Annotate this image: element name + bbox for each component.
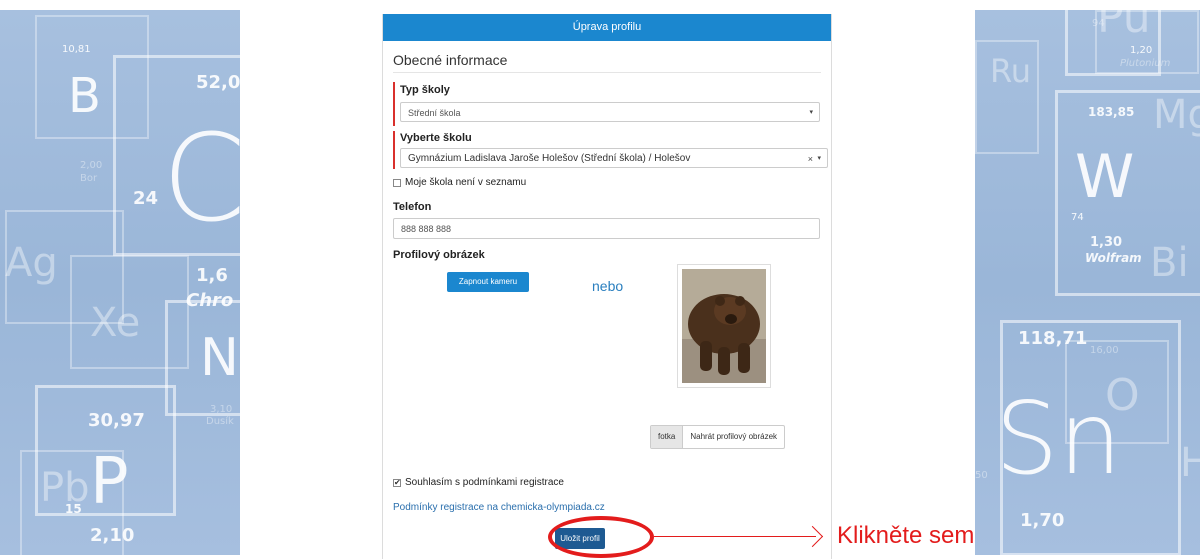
divider	[393, 72, 821, 73]
school-value: Gymnázium Ladislava Jaroše Holešov (Stře…	[408, 153, 691, 164]
required-indicator	[393, 131, 395, 169]
element-number: 30,97	[88, 410, 145, 431]
annotation-text: Klikněte sem	[837, 522, 975, 549]
school-label: Vyberte školu	[400, 132, 472, 144]
photo-tab[interactable]: fotka	[651, 426, 684, 448]
element-number: 50	[975, 470, 988, 481]
enable-camera-button[interactable]: Zapnout kameru	[447, 272, 529, 292]
element-symbol: Xe	[90, 300, 141, 346]
element-number: 183,85	[1088, 105, 1135, 119]
element-symbol: Ru	[990, 52, 1032, 90]
element-symbol: C	[162, 110, 240, 249]
element-symbol: P	[90, 445, 129, 519]
bear-photo	[682, 269, 766, 383]
element-number: 1,6	[196, 265, 228, 286]
element-symbol: W	[1075, 142, 1135, 212]
annotation-arrow	[654, 536, 816, 537]
element-number: 1,70	[1020, 510, 1065, 531]
element-number: 3,10	[210, 404, 233, 415]
not-listed-checkbox[interactable]	[393, 179, 401, 187]
element-symbol: Sn	[995, 380, 1122, 497]
element-number: 2,00	[80, 160, 103, 171]
profile-edit-panel: Úprava profilu Obecné informace Typ škol…	[382, 14, 832, 559]
profile-picture-label: Profilový obrázek	[393, 249, 485, 261]
element-symbol: B	[68, 68, 101, 124]
element-number: 10,81	[62, 44, 91, 55]
phone-label: Telefon	[393, 201, 432, 213]
school-select[interactable]: Gymnázium Ladislava Jaroše Holešov (Stře…	[400, 148, 828, 168]
element-number: 52,0	[196, 72, 240, 93]
element-name: Chro	[186, 290, 234, 311]
consent-label: Souhlasím s podmínkami registrace	[405, 477, 564, 488]
profile-photo-preview	[677, 264, 771, 388]
element-symbol: Ag	[5, 240, 58, 286]
school-type-label: Typ školy	[400, 84, 450, 96]
clear-icon[interactable]: ×	[808, 149, 813, 169]
phone-field[interactable]: 888 888 888	[393, 218, 820, 239]
panel-header: Úprava profilu	[383, 14, 831, 41]
consent-checkbox[interactable]: ✔	[393, 479, 401, 487]
element-number: 2,10	[90, 525, 135, 546]
element-number: 1,20	[1130, 45, 1153, 56]
element-name: Wolfram	[1085, 251, 1142, 265]
element-number: 74	[1071, 212, 1084, 223]
element-symbol: Mg	[1153, 92, 1200, 138]
or-text: nebo	[592, 278, 624, 294]
element-symbol: Bi	[1150, 240, 1189, 286]
element-number: 16,00	[1090, 345, 1119, 356]
element-name: Bor	[80, 173, 98, 184]
element-number: 1,30	[1090, 235, 1123, 250]
background-left-periodic-table: 10,81 B 2,00 Bor 52,0 C 24 Ag 1,6 Chro X…	[0, 10, 240, 555]
element-symbol: N	[200, 328, 239, 388]
chevron-down-icon: ▾	[809, 109, 813, 116]
not-listed-label: Moje škola není v seznamu	[405, 177, 527, 188]
element-number: 15	[65, 502, 82, 516]
element-name: Dusík	[206, 416, 234, 427]
school-type-value: Střední škola	[408, 108, 461, 118]
element-number: 94	[1092, 18, 1105, 29]
element-number: 118,71	[1018, 328, 1088, 349]
section-title: Obecné informace	[393, 52, 508, 68]
school-type-select[interactable]: Střední škola ▾	[400, 102, 820, 122]
element-symbol: Pu	[1097, 10, 1151, 43]
element-name: Plutonium	[1120, 58, 1171, 69]
chevron-down-icon: ▾	[817, 155, 821, 162]
required-indicator	[393, 82, 395, 126]
element-number: 24	[133, 188, 159, 209]
terms-link[interactable]: Podmínky registrace na chemicka-olympiad…	[393, 502, 605, 513]
highlight-ellipse	[548, 516, 654, 558]
upload-picture-button[interactable]: Nahrát profilový obrázek	[683, 426, 784, 448]
picture-source-group: fotka Nahrát profilový obrázek	[650, 425, 786, 449]
element-symbol: He	[1180, 440, 1200, 486]
background-right-periodic-table: Pu 94 1,20 Plutonium Ru 183,85 Mg W 74 1…	[975, 10, 1200, 555]
